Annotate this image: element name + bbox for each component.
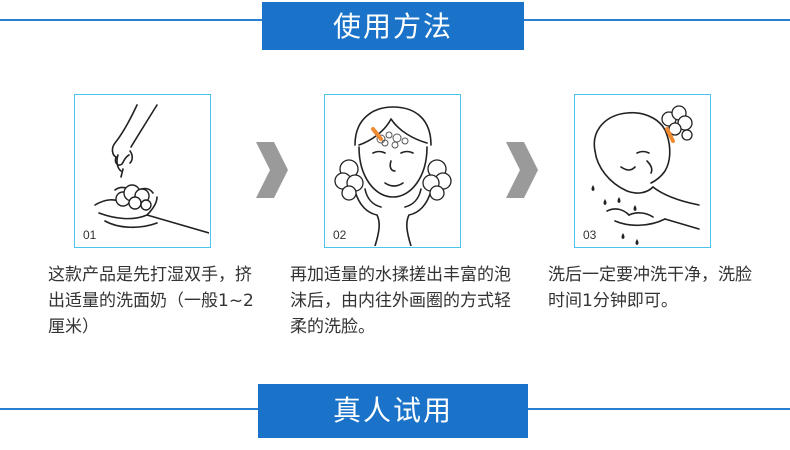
step-description-2: 再加适量的水揉搓出丰富的泡沫后，由内往外画圈的方式轻柔的洗脸。 [290,265,511,337]
step-number-2: 02 [333,228,347,242]
step-number-1: 01 [83,228,97,242]
step-card-3: 03 [574,94,711,248]
section-title-trial: 真人试用 [258,384,528,438]
hand-foam-icon [94,104,209,234]
step-card-1: 01 [74,94,211,248]
header-rule-right [524,19,790,21]
section-title-usage: 使用方法 [262,2,524,50]
step-number-3: 03 [583,228,597,242]
chevron-right-icon [256,142,288,198]
header-rule-left [0,408,258,410]
chevron-right-icon [506,142,538,198]
step-description-1: 这款产品是先打湿双手，挤出适量的洗面奶（一般1~2厘米） [48,265,254,337]
step-description-3: 洗后一定要冲洗干净，洗脸时间1分钟即可。 [548,265,752,311]
step-card-2: 02 [324,94,461,248]
header-rule-right [528,408,790,410]
header-rule-left [0,19,262,21]
face-massage-icon [334,106,452,246]
face-rinse-icon [591,105,700,245]
